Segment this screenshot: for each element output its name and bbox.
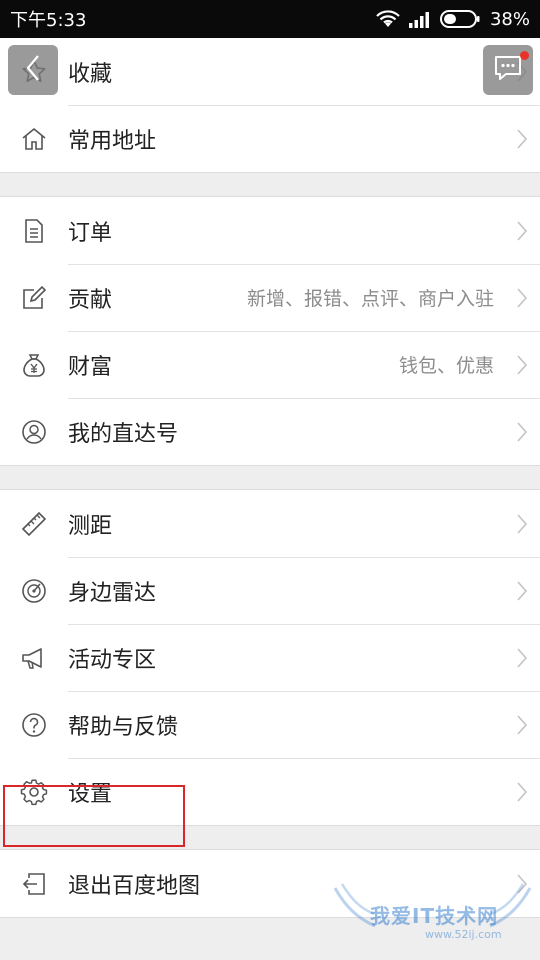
chat-bubble-icon (493, 54, 523, 86)
menu-item-settings[interactable]: 设置 (0, 758, 540, 825)
menu-item-nearby-radar[interactable]: 身边雷达 (0, 557, 540, 624)
chevron-right-icon (504, 220, 540, 242)
chevron-right-icon (504, 781, 540, 803)
menu-item-label: 我的直达号 (68, 421, 179, 447)
chevron-right-icon (504, 421, 540, 443)
menu-item-label: 贡献 (68, 287, 113, 313)
menu-item-direct-account[interactable]: 我的直达号 (0, 398, 540, 465)
home-icon (20, 125, 48, 153)
radar-icon (20, 577, 48, 605)
chevron-right-icon (504, 287, 540, 309)
back-button[interactable] (8, 45, 58, 95)
menu-item-label: 活动专区 (68, 647, 157, 673)
menu-item-label: 退出百度地图 (68, 873, 201, 899)
status-bar: 下午5:33 38% (0, 0, 540, 38)
menu-item-help-feedback[interactable]: 帮助与反馈 (0, 691, 540, 758)
chevron-right-icon (504, 580, 540, 602)
group-separator (0, 826, 540, 849)
user-circle-icon (20, 418, 48, 446)
menu-item-common-address[interactable]: 常用地址 (0, 105, 540, 172)
edit-icon (20, 284, 48, 312)
menu-item-label: 身边雷达 (68, 580, 157, 606)
chevron-right-icon (504, 714, 540, 736)
chevron-right-icon (504, 513, 540, 535)
battery-level: 38% (489, 8, 530, 30)
menu-item-hint: 新增、报错、点评、商户入驻 (246, 288, 494, 310)
chevron-left-icon (25, 54, 41, 86)
menu-item-label: 常用地址 (68, 128, 157, 154)
exit-icon (20, 870, 48, 898)
chevron-right-icon (504, 354, 540, 376)
menu-item-activities[interactable]: 活动专区 (0, 624, 540, 691)
message-button[interactable] (483, 45, 533, 95)
menu-group-4: 退出百度地图 (0, 849, 540, 918)
menu-item-label: 收藏 (68, 61, 113, 87)
menu-item-label: 帮助与反馈 (68, 714, 179, 740)
menu-group-2: 订单 贡献 新增、报错、点评、商户入驻 财富 钱包、优惠 我的直达号 (0, 196, 540, 466)
status-time: 下午5:33 (10, 10, 87, 31)
menu-item-label: 财富 (68, 354, 113, 380)
menu-item-favorites[interactable]: 收藏 (0, 38, 540, 105)
ruler-icon (20, 510, 48, 538)
chevron-right-icon (504, 873, 540, 895)
menu-item-label: 订单 (68, 220, 113, 246)
menu-group-1: 收藏 常用地址 (0, 38, 540, 173)
menu-item-exit-app[interactable]: 退出百度地图 (0, 850, 540, 917)
signal-icon (408, 10, 432, 28)
document-icon (20, 217, 48, 245)
menu-item-orders[interactable]: 订单 (0, 197, 540, 264)
menu-item-label: 设置 (68, 781, 113, 807)
notification-dot (520, 51, 529, 60)
money-bag-icon (20, 351, 48, 379)
battery-icon (439, 9, 480, 29)
menu-item-contribute[interactable]: 贡献 新增、报错、点评、商户入驻 (0, 264, 540, 331)
menu-item-measure-distance[interactable]: 测距 (0, 490, 540, 557)
wifi-icon (376, 10, 400, 28)
status-indicators: 38% (376, 9, 530, 30)
menu-item-hint: 钱包、优惠 (398, 355, 494, 377)
menu-list: 收藏 常用地址 订单 贡献 新增、报错、点评、商户入驻 财富 钱包、优惠 我的直… (0, 38, 540, 960)
menu-item-label: 测距 (68, 513, 113, 539)
gear-icon (20, 778, 48, 806)
menu-group-3: 测距 身边雷达 活动专区 帮助与反馈 设置 (0, 489, 540, 826)
megaphone-icon (20, 644, 48, 672)
chevron-right-icon (504, 128, 540, 150)
menu-item-wealth[interactable]: 财富 钱包、优惠 (0, 331, 540, 398)
help-icon (20, 711, 48, 739)
group-separator (0, 466, 540, 489)
group-separator (0, 173, 540, 196)
chevron-right-icon (504, 647, 540, 669)
